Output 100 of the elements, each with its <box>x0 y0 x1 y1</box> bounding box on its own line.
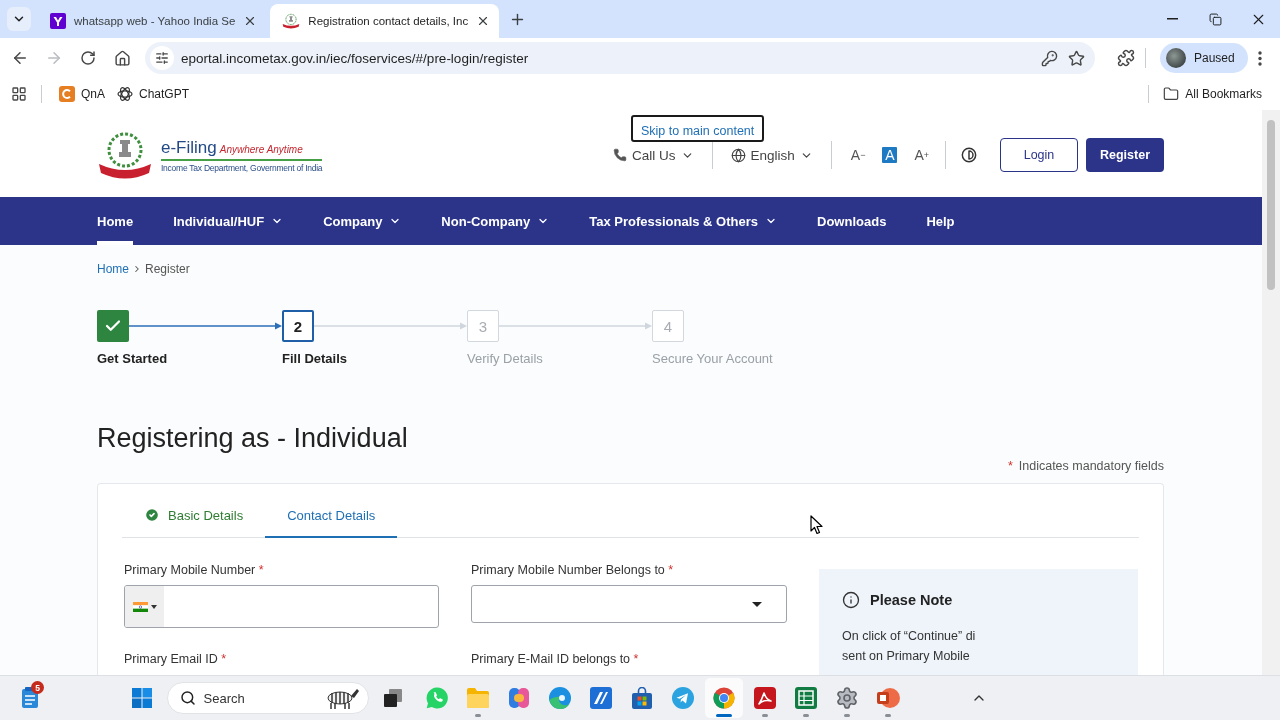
sliders-icon <box>155 51 169 65</box>
field-label: Primary E-Mail ID belongs to * <box>471 652 640 666</box>
step-label: Secure Your Account <box>652 351 773 367</box>
knot-logo-icon <box>117 86 133 102</box>
folder-icon <box>1163 86 1180 102</box>
nav-item[interactable]: Downloads <box>817 197 887 245</box>
tab-title: Registration contact details, Inc <box>308 15 469 27</box>
profile-button[interactable]: Paused <box>1160 43 1248 73</box>
site-info-button[interactable] <box>150 46 174 70</box>
restore-icon <box>1209 12 1222 26</box>
scrollbar-thumb[interactable] <box>1267 120 1275 290</box>
stacked-squares-icon <box>383 689 402 707</box>
tile-logo-icon <box>59 86 75 102</box>
folder-icon <box>466 687 490 709</box>
paper-plane-icon <box>671 686 695 710</box>
phone-icon <box>613 148 627 162</box>
chevron-right-icon <box>132 264 142 274</box>
language-menu[interactable]: English <box>730 147 813 163</box>
step-marker: 3 <box>467 310 499 342</box>
step-marker: 4 <box>652 310 684 342</box>
grid-icon <box>11 86 27 102</box>
shopping-bag-icon <box>631 687 653 709</box>
nav-item[interactable]: Individual/HUF <box>173 197 284 245</box>
form-tab[interactable]: Contact Details <box>265 494 398 538</box>
login-button[interactable]: Login <box>1000 138 1078 172</box>
scrollbar[interactable] <box>1262 110 1280 675</box>
page-heading: Registering as - Individual <box>97 422 409 454</box>
note-text: On click of “Continue” di sent on Primary Mobile <box>842 628 977 665</box>
phone-number-field[interactable] <box>124 585 439 628</box>
tab-title: whatsapp web - Yahoo India Se <box>74 15 236 27</box>
widgets-button[interactable]: 5 <box>14 678 46 718</box>
wave-logo-icon <box>548 686 572 710</box>
nav-item[interactable]: Home <box>97 197 134 245</box>
brand-name: e-Filing <box>161 137 217 158</box>
field-label: Primary Email ID * <box>124 652 228 666</box>
text-size-button[interactable]: A <box>882 147 898 163</box>
note-title: Please Note <box>870 592 953 608</box>
phone-bubble-icon <box>425 686 449 710</box>
browser-tab[interactable]: Registration contact details, Inc <box>270 4 500 38</box>
step-label: Verify Details <box>467 351 544 367</box>
step-marker: 2 <box>282 310 314 342</box>
text-size-button[interactable]: A$^{−}$ <box>849 147 867 163</box>
address-bar[interactable]: eportal.incometax.gov.in/iec/foservices/#/pre-login/register <box>145 42 1095 74</box>
nav-item[interactable]: Non-Company <box>441 197 550 245</box>
step-label: Fill Details <box>282 351 349 367</box>
avatar-icon <box>1166 48 1186 68</box>
mouse-cursor-icon <box>810 515 823 535</box>
info-icon <box>842 591 860 609</box>
reload-icon <box>80 50 96 66</box>
taskbar-app[interactable] <box>705 678 743 718</box>
skip-to-content-link[interactable]: Skip to main content <box>631 115 765 142</box>
breadcrumb-current: Register <box>145 262 190 276</box>
key-icon[interactable] <box>1041 49 1058 67</box>
country-code-dropdown[interactable] <box>125 586 164 627</box>
swoosh-tile-icon <box>754 687 776 709</box>
form-tab[interactable]: Basic Details <box>122 494 266 538</box>
mandatory-fields-note: * Indicates mandatory fields <box>1007 458 1164 474</box>
nav-item[interactable]: Help <box>926 197 955 245</box>
department-name: Income Tax Department, Government of India <box>161 162 323 173</box>
field-label: Primary Mobile Number * <box>124 563 265 577</box>
arrow-right-icon <box>45 49 63 67</box>
browser-tab[interactable]: whatsapp web - Yahoo India Se <box>38 4 267 38</box>
breadcrumb-link[interactable]: Home <box>97 262 129 276</box>
puzzle-icon <box>1117 49 1135 67</box>
caret-down-icon <box>150 604 157 609</box>
dropdown-select[interactable] <box>471 585 787 623</box>
ring-logo-icon <box>712 686 736 710</box>
call-us-menu[interactable]: Call Us <box>613 147 694 163</box>
minimize-icon <box>1167 18 1178 20</box>
step-label: Get Started <box>97 351 169 367</box>
home-icon <box>113 49 131 67</box>
notepad-icon <box>21 687 39 709</box>
search-icon <box>179 690 196 706</box>
site-favicon-icon <box>50 13 66 29</box>
emblem-favicon-icon <box>282 13 301 29</box>
taskbar-search[interactable]: Search <box>166 682 369 714</box>
text-size-button[interactable]: A$^{+}$ <box>913 147 930 163</box>
url-text: eportal.incometax.gov.in/iec/foservices/#/pre-login/register <box>181 50 529 66</box>
caret-down-icon <box>752 601 762 607</box>
field-label: Primary Mobile Number Belongs to * <box>471 563 675 577</box>
globe-icon <box>730 147 746 163</box>
presentation-icon <box>876 687 900 709</box>
tab-list-button[interactable] <box>7 7 31 31</box>
bookmark-link[interactable]: QnA <box>53 81 111 107</box>
register-button[interactable]: Register <box>1086 138 1164 172</box>
nav-item[interactable]: Tax Professionals & Others <box>589 197 778 245</box>
contrast-icon[interactable] <box>961 147 977 163</box>
all-bookmarks-button[interactable]: All Bookmarks <box>1157 81 1268 107</box>
notification-badge: 5 <box>31 681 44 694</box>
nav-item[interactable]: Company <box>323 197 402 245</box>
slash-tile-icon <box>590 687 612 709</box>
emblem-logo <box>97 130 153 180</box>
twin-blob-icon <box>507 687 531 709</box>
spreadsheet-icon <box>795 687 817 709</box>
flag-icon <box>132 601 148 612</box>
grid-logo-icon <box>132 688 152 708</box>
bookmark-link[interactable]: ChatGPT <box>111 81 196 107</box>
check-circle-icon <box>144 507 160 523</box>
star-icon[interactable] <box>1068 49 1085 67</box>
gear-icon <box>835 686 859 710</box>
